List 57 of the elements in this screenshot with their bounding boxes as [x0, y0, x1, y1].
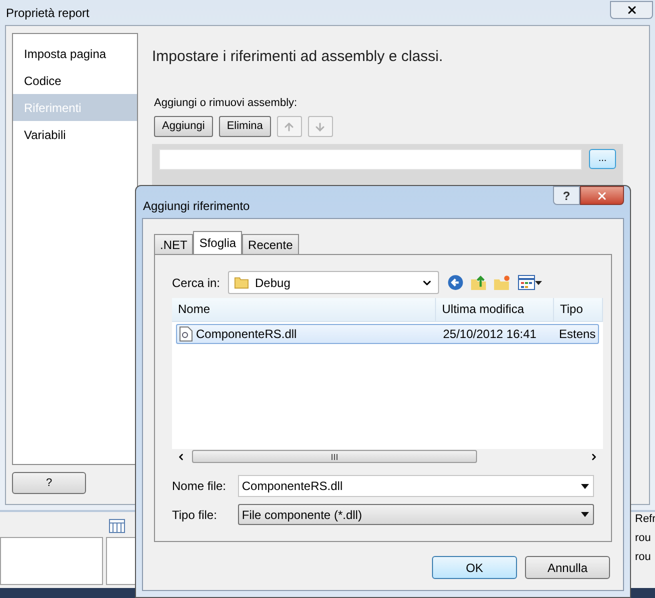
arrow-up-icon: [283, 120, 296, 132]
file-type-value: File componente (*.dll): [242, 506, 363, 524]
toolbar-button[interactable]: Elimina: [218, 116, 271, 137]
close-button[interactable]: [610, 0, 653, 18]
file-type-label: Tipo file:: [172, 506, 218, 524]
dialog-title: Aggiungi riferimento: [143, 198, 250, 215]
background-text: rou: [635, 532, 652, 545]
close-icon: [626, 4, 638, 16]
look-in-value: Debug: [255, 274, 292, 292]
folder-up-icon[interactable]: [470, 274, 487, 291]
dropdown-arrow-icon: [581, 512, 589, 517]
help-button[interactable]: ?: [12, 472, 86, 494]
grid-icon: [109, 519, 125, 533]
close-icon: [596, 190, 608, 202]
browse-button[interactable]: ...: [589, 149, 616, 169]
tab[interactable]: Recente: [242, 234, 299, 254]
column-header[interactable]: Ultima modifica: [436, 298, 554, 321]
back-icon[interactable]: [447, 274, 464, 291]
caret-icon: [535, 280, 542, 284]
arrow-down-icon: [314, 120, 326, 132]
file-type-dropdown[interactable]: File componente (*.dll): [238, 504, 594, 525]
scroll-left-icon: [176, 452, 186, 462]
column-header[interactable]: Tipo: [554, 298, 603, 321]
file-name-field[interactable]: ComponenteRS.dll: [238, 475, 594, 497]
file-name-label: Nome file:: [172, 478, 228, 495]
dialog-button[interactable]: OK: [432, 556, 517, 579]
file-icon: [179, 326, 193, 342]
assembly-input[interactable]: [159, 149, 582, 170]
help-button[interactable]: ?: [553, 186, 580, 205]
file-name-value: ComponenteRS.dll: [242, 478, 344, 495]
page-heading: Impostare i riferimenti ad assembly e classi.: [152, 47, 444, 67]
section-label: Aggiungi o rimuovi assembly:: [154, 96, 298, 110]
file-row[interactable]: ComponenteRS.dll 25/10/2012 16:41 Estens: [176, 324, 599, 344]
grip-icon: [331, 454, 338, 460]
close-button[interactable]: [580, 186, 624, 205]
column-header[interactable]: Nome: [172, 298, 436, 321]
scroll-right-icon: [589, 452, 599, 462]
window-title: Proprietà report: [6, 4, 90, 22]
file-date: 25/10/2012 16:41: [442, 326, 538, 343]
folder-icon: [234, 275, 249, 290]
dropdown-arrow-icon: [581, 484, 589, 488]
look-in-dropdown[interactable]: Debug: [228, 271, 439, 294]
toolbar-button[interactable]: Aggiungi: [154, 116, 213, 137]
sidebar-item[interactable]: Variabili: [13, 121, 137, 148]
tab[interactable]: Sfoglia: [193, 231, 242, 254]
grid-icon: [518, 275, 535, 290]
background-text: rou: [635, 551, 652, 564]
dialog-button[interactable]: Annulla: [525, 556, 610, 579]
look-in-label: Cerca in:: [172, 274, 222, 292]
view-menu-button[interactable]: [518, 275, 542, 290]
file-name: ComponenteRS.dll: [196, 326, 297, 343]
sidebar-item[interactable]: Codice: [13, 67, 137, 94]
scrollbar-thumb[interactable]: [192, 450, 477, 463]
sidebar-item[interactable]: Imposta pagina: [13, 40, 137, 67]
file-type: Estens: [558, 326, 596, 343]
new-folder-icon[interactable]: [493, 274, 510, 291]
tab[interactable]: .NET: [154, 234, 194, 254]
